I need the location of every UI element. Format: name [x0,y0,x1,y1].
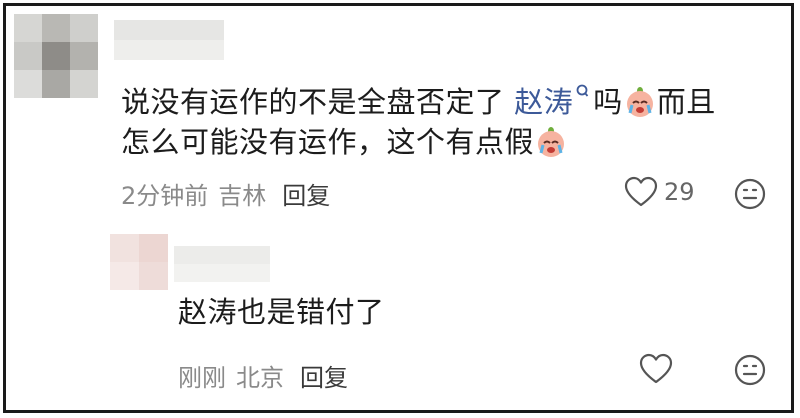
username-blurred[interactable] [114,20,224,60]
mention-link[interactable]: 赵涛 [514,85,573,119]
comment-line-2: 怎么可能没有运作，这个有点假 [121,122,761,162]
smiley-face-icon[interactable] [734,178,766,210]
reply-avatar[interactable] [110,234,168,290]
comment-meta: 2分钟前 吉林 回复 [121,176,330,211]
reply-text: 赵涛也是错付了 [178,295,385,329]
like-count: 29 [664,178,695,206]
heart-outline-icon[interactable] [639,353,673,385]
crying-face-emoji [538,127,565,157]
like-button[interactable]: 29 [624,176,695,208]
reply-location: 北京 [236,364,284,392]
comment-time: 2分钟前 [121,182,209,210]
comment-text-part: 怎么可能没有运作，这个有点假 [121,125,535,159]
reply-meta: 刚刚 北京 回复 [178,358,348,393]
comment-location: 吉林 [218,182,267,210]
comment-text-part: 而且 [656,85,716,119]
reply-username-blurred[interactable] [174,246,270,282]
reply-button[interactable]: 回复 [282,182,330,210]
heart-outline-icon [624,176,658,207]
comment-thread: 说没有运作的不是全盘否定了 赵涛 吗 而且 怎么可能没有运作，这个有点假 2分钟… [3,3,794,413]
smiley-face-icon[interactable] [734,354,766,386]
comment-text-part: 吗 [593,85,623,119]
comment-line-1: 说没有运作的不是全盘否定了 赵涛 吗 而且 [121,82,761,122]
avatar[interactable] [14,14,98,98]
crying-face-emoji [626,87,653,117]
reply-time: 刚刚 [178,364,226,392]
search-icon[interactable] [575,82,589,108]
comment-text-part: 说没有运作的不是全盘否定了 [121,85,505,119]
comment-text: 说没有运作的不是全盘否定了 赵涛 吗 而且 怎么可能没有运作，这个有点假 [121,82,761,162]
reply-button[interactable]: 回复 [300,364,348,392]
